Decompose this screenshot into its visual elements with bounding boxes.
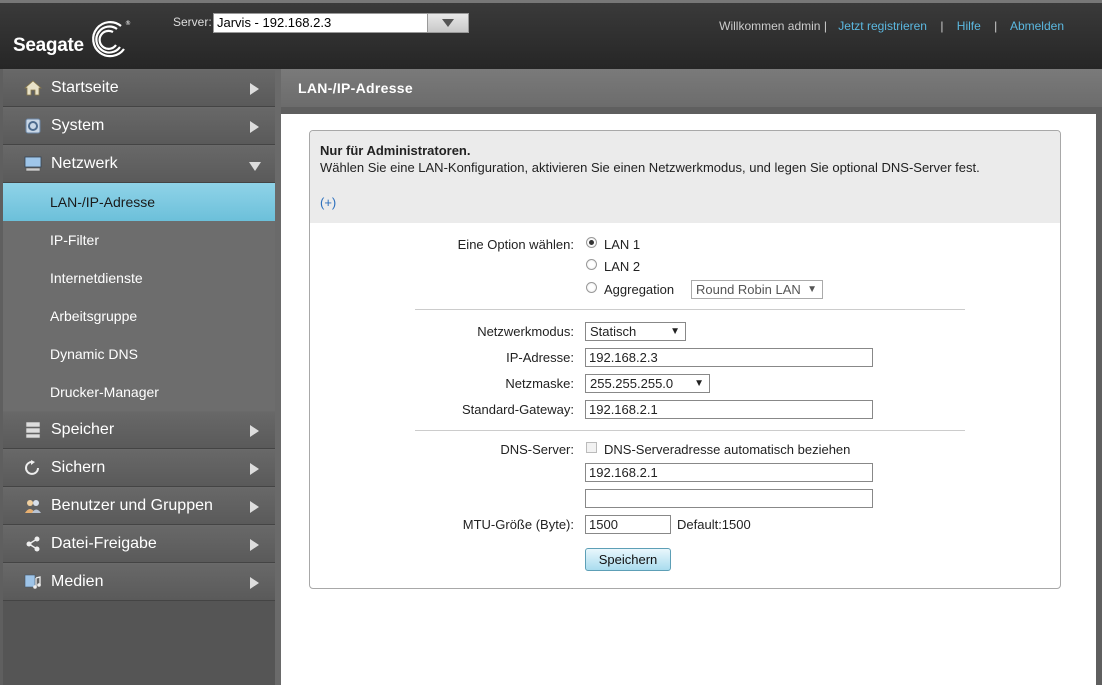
chevron-right-icon (250, 577, 259, 589)
mtu-label: MTU-Größe (Byte): (462, 517, 574, 532)
lan-settings-panel: Nur für Administratoren. Wählen Sie eine… (309, 130, 1061, 589)
expand-link[interactable]: (+) (320, 195, 1050, 210)
dns1-input[interactable]: 192.168.2.1 (585, 463, 873, 482)
save-button[interactable]: Speichern (585, 548, 671, 571)
mtu-default: Default:1500 (677, 517, 751, 532)
chevron-down-icon: ▼ (670, 326, 680, 337)
sidebar-subitem-lan-ip[interactable]: LAN-/IP-Adresse (3, 183, 275, 221)
netmask-select[interactable]: 255.255.255.0 ▼ (585, 374, 710, 393)
admin-note: Nur für Administratoren. (320, 143, 471, 158)
radio-lan2[interactable] (586, 259, 597, 270)
server-select-value: Jarvis - 192.168.2.3 (217, 15, 332, 30)
chevron-down-icon: ▼ (694, 378, 704, 389)
divider (415, 430, 965, 431)
backup-icon (23, 459, 43, 477)
aggregation-mode-select[interactable]: Round Robin LAN ▼ (691, 280, 823, 299)
sidebar-subitem-drucker-manager[interactable]: Drucker-Manager (3, 373, 275, 411)
radio-lan2-label: LAN 2 (604, 259, 641, 274)
sidebar-item-label: Speicher (51, 421, 115, 438)
register-link[interactable]: Jetzt registrieren (838, 19, 927, 33)
user-links: Willkommen admin | Jetzt registrieren | … (719, 19, 1064, 33)
dns-auto-label: DNS-Serveradresse automatisch beziehen (604, 442, 851, 457)
server-label: Server: (173, 15, 212, 29)
chevron-right-icon (250, 83, 259, 95)
netmask-value: 255.255.255.0 (590, 376, 674, 391)
dns2-input[interactable] (585, 489, 873, 508)
seagate-logo-icon: ® (91, 20, 131, 58)
media-icon (23, 573, 43, 591)
sidebar-item-netzwerk[interactable]: Netzwerk (3, 145, 275, 183)
sidebar-subitem-dynamic-dns[interactable]: Dynamic DNS (3, 335, 275, 373)
aggregation-mode-value: Round Robin LAN (696, 282, 801, 297)
sidebar-item-label: Sichern (51, 459, 106, 476)
server-select[interactable]: Jarvis - 192.168.2.3 (213, 13, 469, 33)
page-header: LAN-/IP-Adresse (281, 69, 1102, 107)
panel-description: Wählen Sie eine LAN-Konfiguration, aktiv… (320, 160, 980, 175)
sidebar-subitem-arbeitsgruppe[interactable]: Arbeitsgruppe (3, 297, 275, 335)
radio-lan1[interactable] (586, 237, 597, 248)
sidebar-item-datei-freigabe[interactable]: Datei-Freigabe (3, 525, 275, 563)
panel-header: Nur für Administratoren. Wählen Sie eine… (310, 131, 1060, 223)
dns-label: DNS-Server: (500, 442, 574, 457)
top-header: Seagate ® Server: Jarvis - 192.168.2.3 W… (0, 0, 1102, 69)
sidebar-item-label: Medien (51, 573, 104, 590)
chevron-down-icon (249, 162, 261, 171)
separator: | (940, 19, 944, 33)
sidebar-item-label: Startseite (51, 79, 119, 96)
gateway-label: Standard-Gateway: (461, 402, 574, 417)
sidebar-item-label: Benutzer und Gruppen (51, 497, 213, 514)
radio-aggregation-label: Aggregation (604, 282, 675, 297)
radio-aggregation[interactable] (586, 282, 597, 293)
sidebar-subitem-internetdienste[interactable]: Internetdienste (3, 259, 275, 297)
logout-link[interactable]: Abmelden (1010, 19, 1064, 33)
page-title: LAN-/IP-Adresse (298, 80, 413, 96)
chevron-right-icon (250, 425, 259, 437)
gear-icon (23, 117, 43, 135)
chevron-down-icon: ▼ (807, 284, 817, 295)
network-mode-select[interactable]: Statisch ▼ (585, 322, 686, 341)
home-icon (23, 79, 43, 97)
chevron-right-icon (250, 539, 259, 551)
mtu-input[interactable]: 1500 (585, 515, 671, 534)
storage-icon (23, 421, 43, 439)
sidebar-item-sichern[interactable]: Sichern (3, 449, 275, 487)
sidebar-subitem-ip-filter[interactable]: IP-Filter (3, 221, 275, 259)
netmask-label: Netzmaske: (505, 376, 574, 391)
chevron-down-icon[interactable] (427, 14, 468, 32)
sidebar: Startseite System Netzwerk LAN-/IP-Adres… (3, 69, 275, 685)
network-mode-label: Netzwerkmodus: (477, 324, 574, 339)
help-link[interactable]: Hilfe (957, 19, 981, 33)
option-label: Eine Option wählen: (457, 237, 574, 252)
welcome-text: Willkommen admin | (719, 19, 827, 33)
gateway-input[interactable]: 192.168.2.1 (585, 400, 873, 419)
radio-lan1-label: LAN 1 (604, 237, 641, 252)
sidebar-item-label: System (51, 117, 105, 134)
chevron-right-icon (250, 121, 259, 133)
sidebar-item-speicher[interactable]: Speicher (3, 411, 275, 449)
sidebar-item-medien[interactable]: Medien (3, 563, 275, 601)
dns-auto-checkbox[interactable] (586, 442, 597, 453)
network-icon (23, 155, 43, 173)
users-icon (23, 497, 43, 515)
divider (415, 309, 965, 310)
share-icon (23, 535, 43, 553)
ip-label: IP-Adresse: (506, 350, 574, 365)
ip-address-input[interactable]: 192.168.2.3 (585, 348, 873, 367)
sidebar-item-benutzer-gruppen[interactable]: Benutzer und Gruppen (3, 487, 275, 525)
chevron-right-icon (250, 463, 259, 475)
seagate-logo: Seagate ® (13, 17, 132, 61)
sidebar-item-label: Netzwerk (51, 155, 118, 172)
sidebar-item-system[interactable]: System (3, 107, 275, 145)
content-area: Nur für Administratoren. Wählen Sie eine… (281, 114, 1096, 685)
network-mode-value: Statisch (590, 324, 637, 339)
chevron-right-icon (250, 501, 259, 513)
sidebar-item-startseite[interactable]: Startseite (3, 69, 275, 107)
sidebar-item-label: Datei-Freigabe (51, 535, 157, 552)
separator: | (994, 19, 998, 33)
svg-text:®: ® (125, 20, 131, 27)
